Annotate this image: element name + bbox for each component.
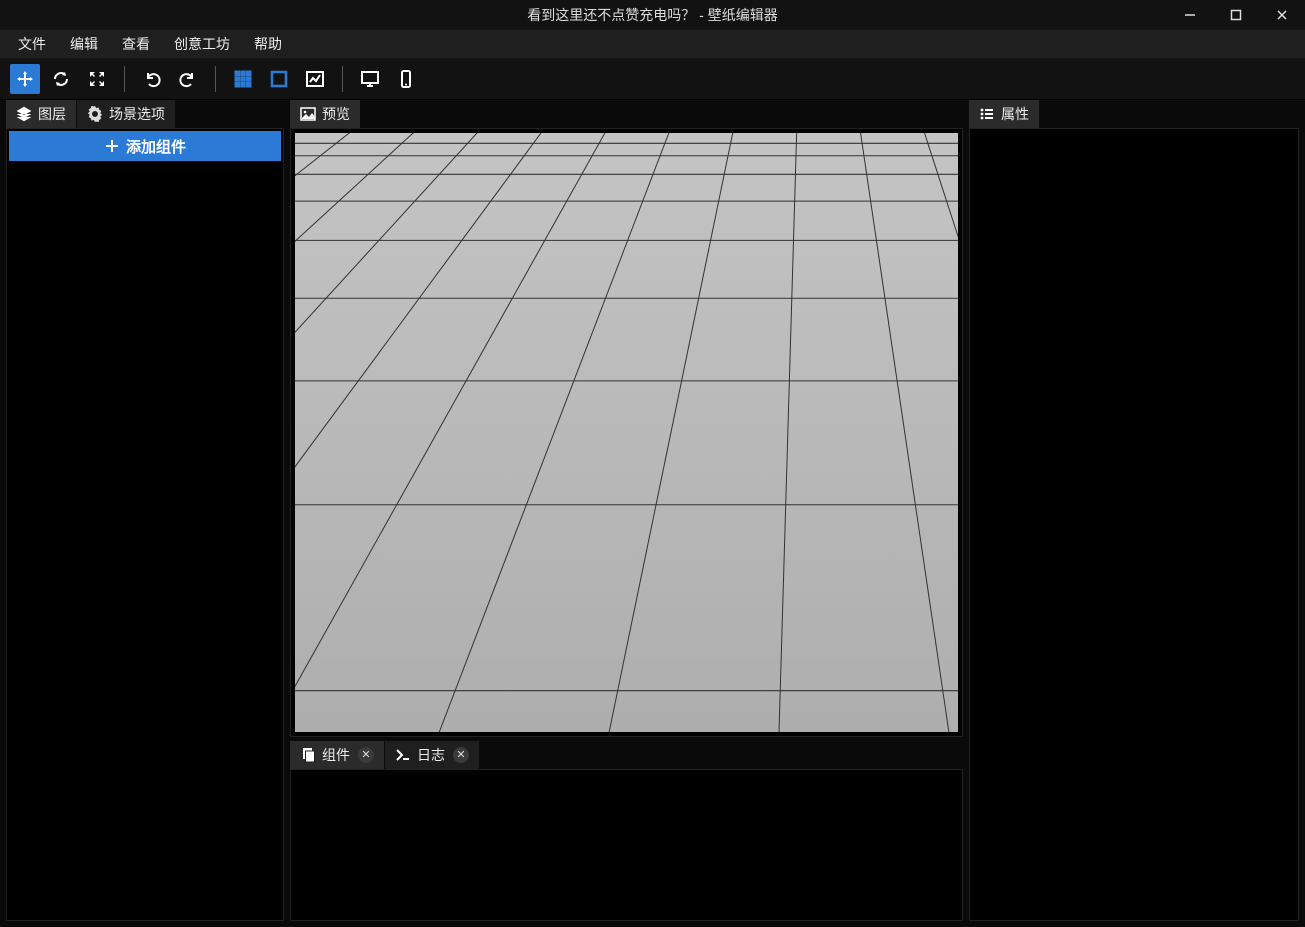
undo-icon — [142, 69, 162, 89]
toolbar-separator — [215, 66, 216, 92]
workspace: 图层 场景选项 添加组件 预览 — [0, 100, 1305, 927]
minimize-icon — [1182, 7, 1198, 23]
tab-scene-options-label: 场景选项 — [109, 104, 165, 124]
tab-properties[interactable]: 属性 — [969, 100, 1040, 128]
tool-refresh-button[interactable] — [46, 64, 76, 94]
tool-expand-button[interactable] — [82, 64, 112, 94]
bottom-panel-tabs: 组件 ✕ 日志 ✕ — [290, 741, 963, 769]
menu-view[interactable]: 查看 — [110, 30, 162, 58]
tool-grid-button[interactable] — [228, 64, 258, 94]
preview-viewport[interactable] — [295, 133, 958, 732]
minimize-button[interactable] — [1167, 0, 1213, 30]
plus-icon — [104, 138, 120, 154]
move-icon — [15, 69, 35, 89]
preview-body — [290, 128, 963, 737]
gear-icon — [87, 106, 103, 122]
tab-log-close[interactable]: ✕ — [453, 747, 469, 763]
maximize-button[interactable] — [1213, 0, 1259, 30]
tool-redo-button[interactable] — [173, 64, 203, 94]
tab-preview-label: 预览 — [322, 104, 350, 124]
tab-preview[interactable]: 预览 — [290, 100, 361, 128]
add-component-label: 添加组件 — [126, 136, 186, 157]
menu-edit[interactable]: 编辑 — [58, 30, 110, 58]
tab-properties-label: 属性 — [1001, 104, 1029, 124]
preview-panel: 预览 — [290, 100, 963, 737]
window-title: 看到这里还不点赞充电吗？ - 壁纸编辑器 — [527, 5, 777, 25]
grid-floor — [295, 133, 958, 732]
toolbar-separator — [124, 66, 125, 92]
grid-icon — [233, 69, 253, 89]
image-icon — [300, 106, 316, 122]
toolbar-separator — [342, 66, 343, 92]
expand-icon — [87, 69, 107, 89]
tab-components-close[interactable]: ✕ — [358, 747, 374, 763]
monitor-icon — [360, 69, 380, 89]
tab-components[interactable]: 组件 ✕ — [290, 741, 385, 769]
menu-help[interactable]: 帮助 — [242, 30, 294, 58]
tab-log[interactable]: 日志 ✕ — [385, 741, 480, 769]
layers-icon — [16, 106, 32, 122]
close-icon — [1274, 7, 1290, 23]
copy-icon — [300, 747, 316, 763]
close-button[interactable] — [1259, 0, 1305, 30]
tool-stats-button[interactable] — [300, 64, 330, 94]
add-component-button[interactable]: 添加组件 — [9, 131, 281, 161]
phone-icon — [396, 69, 416, 89]
terminal-icon — [395, 747, 411, 763]
menu-workshop[interactable]: 创意工坊 — [162, 30, 242, 58]
bottom-panel: 组件 ✕ 日志 ✕ — [290, 741, 963, 921]
titlebar: 看到这里还不点赞充电吗？ - 壁纸编辑器 — [0, 0, 1305, 30]
preview-tabs: 预览 — [290, 100, 963, 128]
properties-panel-body — [969, 128, 1299, 921]
window-controls — [1167, 0, 1305, 30]
tool-phone-button[interactable] — [391, 64, 421, 94]
maximize-icon — [1228, 7, 1244, 23]
tab-components-label: 组件 — [322, 745, 350, 765]
tab-layers-label: 图层 — [38, 104, 66, 124]
bottom-panel-body — [290, 769, 963, 921]
menubar: 文件 编辑 查看 创意工坊 帮助 — [0, 30, 1305, 58]
tab-layers[interactable]: 图层 — [6, 100, 77, 128]
right-panel: 属性 — [969, 100, 1299, 921]
stats-icon — [305, 69, 325, 89]
list-icon — [979, 106, 995, 122]
left-panel: 图层 场景选项 添加组件 — [6, 100, 284, 921]
layers-panel-body: 添加组件 — [6, 128, 284, 921]
redo-icon — [178, 69, 198, 89]
menu-file[interactable]: 文件 — [6, 30, 58, 58]
tab-scene-options[interactable]: 场景选项 — [77, 100, 176, 128]
tool-bounds-button[interactable] — [264, 64, 294, 94]
refresh-icon — [51, 69, 71, 89]
tool-monitor-button[interactable] — [355, 64, 385, 94]
left-panel-tabs: 图层 场景选项 — [6, 100, 284, 128]
tool-undo-button[interactable] — [137, 64, 167, 94]
bounds-icon — [269, 69, 289, 89]
center-column: 预览 — [290, 100, 963, 921]
tab-log-label: 日志 — [417, 745, 445, 765]
tool-move-button[interactable] — [10, 64, 40, 94]
toolbar — [0, 58, 1305, 100]
right-panel-tabs: 属性 — [969, 100, 1299, 128]
